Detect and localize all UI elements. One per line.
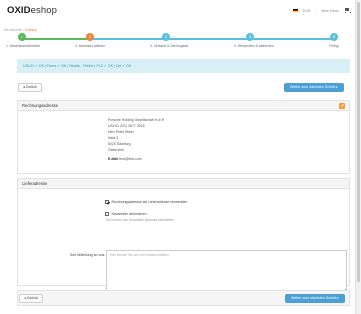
step-4-label: 4. Überprüfen & absenden: [234, 44, 274, 48]
step-5-dot: 5: [330, 33, 338, 41]
step-2-label: 2. Adressen wählen: [75, 44, 105, 48]
use-billing-checkbox[interactable]: [105, 200, 109, 204]
header-controls: EUR | Mein Konto: [292, 8, 351, 13]
step-3: 3 3. Versand & Zahlungsart: [150, 33, 189, 48]
step-1[interactable]: ✓ 1. Warenkorbübersicht: [6, 33, 40, 48]
newsletter-label: Newsletter abonnieren: [111, 212, 147, 216]
breadcrumb-prefix: Sie sind hier:: [4, 28, 23, 32]
edit-billing-icon[interactable]: [339, 103, 345, 109]
email-value: test@test.com: [119, 157, 142, 161]
logo-text-rest: eshop: [30, 5, 58, 16]
step-5: 5 Fertig!: [318, 33, 350, 48]
cart-icon[interactable]: [344, 8, 351, 13]
separator: |: [315, 8, 317, 13]
use-billing-label: Rechnungsadresse als Lieferadresse verwe…: [111, 200, 188, 204]
step-3-label: 3. Versand & Zahlungsart: [150, 44, 189, 48]
step-4: 4 4. Überprüfen & absenden: [234, 33, 274, 48]
back-button[interactable]: ◂ Zurück: [18, 83, 42, 92]
shipping-address-panel: Lieferadresse Rechnungsadresse als Liefe…: [17, 178, 350, 293]
checkout-steps: ✓ 1. Warenkorbübersicht 2 2. Adressen wä…: [4, 33, 351, 55]
billing-address-block: Porsche Holding Gesellschaft m.b.H USt-I…: [108, 117, 164, 162]
step-connector-2: [90, 38, 334, 40]
step-2-dot: 2: [86, 33, 94, 41]
step-1-dot: ✓: [18, 33, 26, 41]
page-header: OXIDeshop EUR | Mein Konto: [0, 0, 355, 17]
step-3-dot: 3: [162, 33, 170, 41]
step-5-label: Fertig!: [329, 44, 339, 48]
page-scrollbar[interactable]: [355, 0, 361, 314]
currency-selector[interactable]: EUR: [303, 9, 310, 13]
back-button-bottom[interactable]: ◂ Zurück: [19, 294, 43, 303]
use-billing-option[interactable]: Rechnungsadresse als Lieferadresse verwe…: [105, 200, 187, 204]
step-2[interactable]: 2 2. Adressen wählen: [74, 33, 106, 48]
shipping-panel-header: Lieferadresse: [18, 179, 349, 189]
footer-actions: ◂ Zurück Weiter zum nächsten Schritt ▸: [17, 290, 350, 306]
newsletter-checkbox[interactable]: [105, 212, 109, 216]
billing-address-panel: Rechnungsadresse Porsche Holding Gesells…: [17, 100, 350, 174]
next-step-button[interactable]: Weiter zum nächsten Schritt ▸: [284, 83, 344, 92]
billing-email: E-Mail test@test.com: [108, 156, 164, 162]
shop-logo[interactable]: OXIDeshop: [7, 5, 57, 16]
breadcrumb: Sie sind hier: / Adresse: [4, 28, 37, 32]
scrollbar-thumb[interactable]: [357, 2, 360, 282]
billing-panel-header: Rechnungsadresse: [18, 101, 349, 111]
checkout-page: OXIDeshop EUR | Mein Konto Sie sind hier…: [0, 0, 355, 314]
account-menu[interactable]: Mein Konto: [321, 9, 339, 13]
message-label: Ihre Mitteilung an uns: [70, 253, 105, 257]
billing-title: Rechnungsadresse: [22, 103, 59, 108]
newsletter-hint: Sie können den Newsletter jederzeit abbe…: [106, 218, 175, 222]
breadcrumb-current: Adresse: [24, 28, 37, 32]
step-1-label: 1. Warenkorbübersicht: [6, 44, 40, 48]
message-textarea[interactable]: Hier können Sie uns noch etwas mitteilen…: [106, 250, 347, 293]
logo-text-bold: OXID: [7, 5, 31, 16]
step-4-dot: 4: [246, 33, 254, 41]
validation-status: USt-ID ✓ OK | Firma ✓ OK | Straße - Fehl…: [17, 59, 350, 73]
newsletter-option[interactable]: Newsletter abonnieren: [105, 212, 147, 216]
german-flag-icon[interactable]: [292, 8, 298, 13]
email-label: E-Mail: [108, 157, 119, 161]
next-step-button-bottom[interactable]: Weiter zum nächsten Schritt ▸: [285, 294, 345, 303]
billing-country: Österreich: [108, 148, 125, 152]
